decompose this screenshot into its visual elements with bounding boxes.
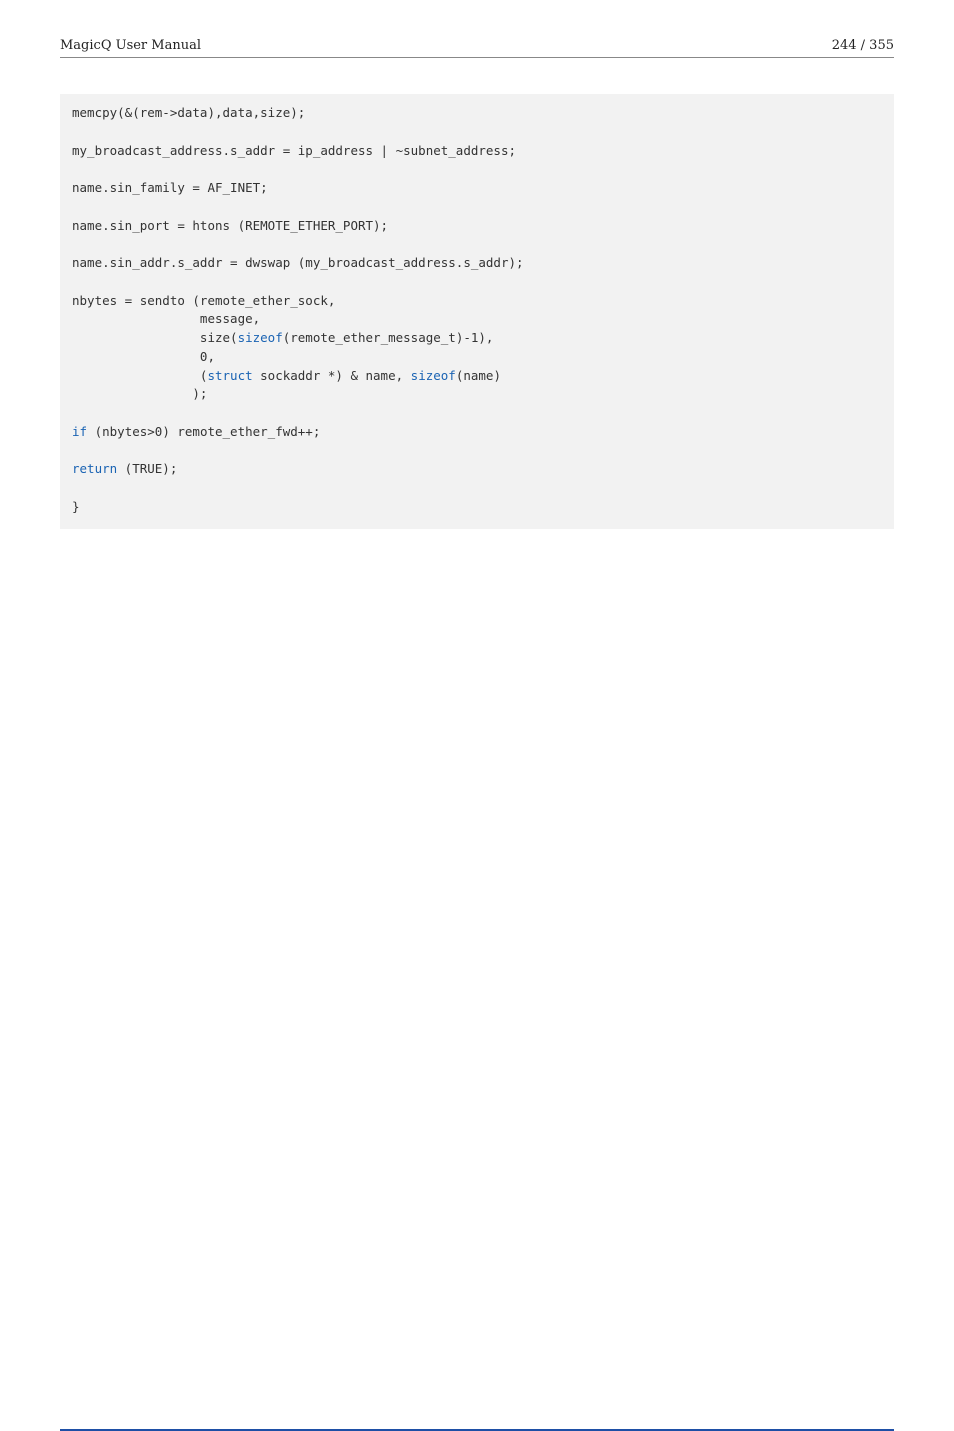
code-part: ( [72, 368, 207, 383]
code-line: 0, [72, 349, 215, 364]
footer-rule [60, 1429, 894, 1431]
keyword-sizeof: sizeof [411, 368, 456, 383]
code-part: (remote_ether_message_t)-1), [283, 330, 494, 345]
page-header: MagicQ User Manual 244 / 355 [60, 38, 894, 58]
keyword-sizeof: sizeof [238, 330, 283, 345]
code-line: ); [72, 386, 207, 401]
code-line: } [72, 499, 80, 514]
code-line: nbytes = sendto (remote_ether_sock, [72, 293, 335, 308]
code-line: name.sin_family = AF_INET; [72, 180, 268, 195]
code-part: sockaddr *) & name, [253, 368, 411, 383]
code-part: (nbytes>0) remote_ether_fwd++; [87, 424, 320, 439]
code-block: memcpy(&(rem->data),data,size); my_broad… [60, 94, 894, 529]
code-line: message, [72, 311, 260, 326]
code-part: (TRUE); [117, 461, 177, 476]
code-line: name.sin_addr.s_addr = dwswap (my_broadc… [72, 255, 524, 270]
page: MagicQ User Manual 244 / 355 memcpy(&(re… [0, 0, 954, 1431]
header-left: MagicQ User Manual [60, 38, 201, 53]
header-right: 244 / 355 [832, 38, 894, 53]
code-line: name.sin_port = htons (REMOTE_ETHER_PORT… [72, 218, 388, 233]
code-line: memcpy(&(rem->data),data,size); [72, 105, 305, 120]
code-line: my_broadcast_address.s_addr = ip_address… [72, 143, 516, 158]
keyword-struct: struct [207, 368, 252, 383]
keyword-if: if [72, 424, 87, 439]
keyword-return: return [72, 461, 117, 476]
code-part: (name) [456, 368, 501, 383]
code-part: size( [72, 330, 238, 345]
